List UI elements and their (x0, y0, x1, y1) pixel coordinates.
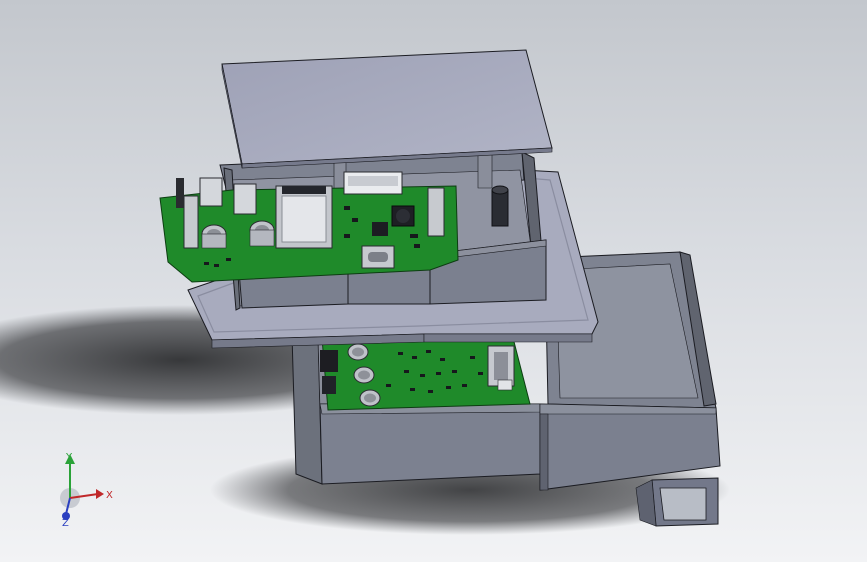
upper-pcb[interactable] (159, 171, 459, 283)
coordinate-triad[interactable]: Y X Z (48, 448, 128, 528)
cad-viewport[interactable]: Y X Z (0, 0, 867, 562)
esp-module (275, 185, 333, 249)
z-axis-label: Z (62, 518, 69, 528)
inductor (391, 205, 415, 227)
usb-a-port (487, 345, 515, 391)
x-axis-label: X (106, 490, 113, 501)
y-axis-label: Y (65, 452, 73, 463)
jst-connector (343, 171, 403, 195)
lid[interactable] (221, 49, 553, 169)
cad-scene[interactable] (0, 0, 867, 562)
standoff (491, 185, 509, 227)
